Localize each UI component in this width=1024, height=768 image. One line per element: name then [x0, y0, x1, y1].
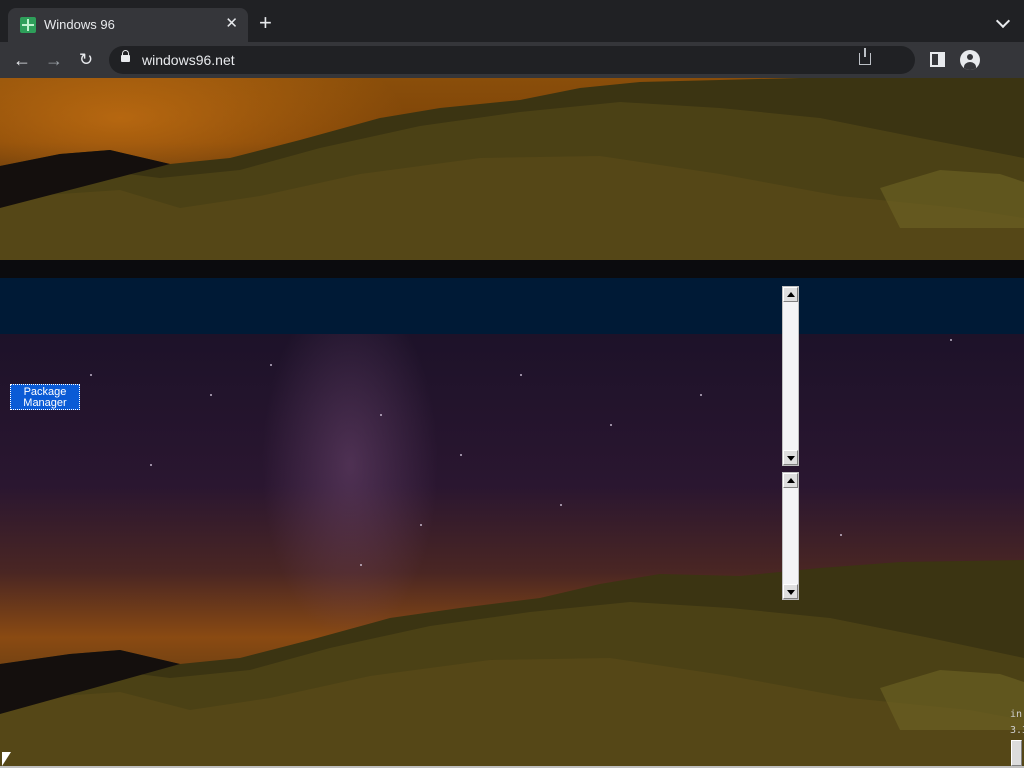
windows96-favicon-icon — [20, 17, 36, 33]
tab-close-icon[interactable]: ✕ — [225, 15, 238, 33]
corner-text-fragment: in 3.3 — [1010, 709, 1024, 736]
corner-scroll-thumb[interactable] — [1011, 740, 1022, 766]
wallpaper-top-section — [0, 78, 1024, 260]
share-icon[interactable] — [859, 48, 871, 65]
scroll-down-arrow-icon[interactable] — [783, 450, 798, 465]
star — [460, 454, 462, 456]
forward-button[interactable]: → — [42, 48, 66, 72]
star — [610, 424, 612, 426]
browser-tab-windows96[interactable]: Windows 96 ✕ — [8, 8, 248, 42]
address-bar[interactable]: windows96.net — [109, 46, 915, 74]
mouse-cursor-icon — [2, 752, 11, 766]
package-manager-icon[interactable]: Package Manager — [10, 384, 80, 410]
tab-title: Windows 96 — [44, 17, 115, 32]
url-text: windows96.net — [142, 52, 235, 68]
star — [700, 394, 702, 396]
star — [950, 339, 952, 341]
page-viewport: Package Manager in 3.3 — [0, 78, 1024, 768]
star — [520, 374, 522, 376]
taskbar-band — [0, 278, 1024, 334]
lock-icon[interactable] — [121, 50, 130, 62]
side-panel-icon[interactable] — [930, 52, 945, 67]
new-tab-button[interactable]: + — [259, 12, 272, 34]
scroll-up-arrow-icon[interactable] — [783, 473, 798, 488]
star — [90, 374, 92, 376]
browser-toolbar: ← → ↻ windows96.net — [0, 42, 1024, 78]
star — [150, 464, 152, 466]
vertical-scrollbar-upper[interactable] — [782, 286, 799, 466]
window-dark-strip — [0, 260, 1024, 278]
profile-avatar-icon[interactable] — [960, 50, 980, 70]
star — [210, 394, 212, 396]
star — [560, 504, 562, 506]
scroll-up-arrow-icon[interactable] — [783, 287, 798, 302]
hills-top-graphic — [0, 78, 1024, 260]
desktop-icon-label-line2: Manager — [23, 397, 67, 409]
scroll-down-arrow-icon[interactable] — [783, 584, 798, 599]
vertical-scrollbar-lower[interactable] — [782, 472, 799, 600]
reload-button[interactable]: ↻ — [74, 48, 98, 72]
star — [420, 524, 422, 526]
tab-search-chevron-icon[interactable] — [995, 13, 1011, 29]
browser-tabstrip: Windows 96 ✕ + — [0, 0, 1024, 42]
star — [270, 364, 272, 366]
wallpaper-main-section — [0, 334, 1024, 768]
star — [840, 534, 842, 536]
star — [380, 414, 382, 416]
hills-bottom-graphic — [0, 560, 1024, 768]
back-button[interactable]: ← — [10, 48, 34, 72]
